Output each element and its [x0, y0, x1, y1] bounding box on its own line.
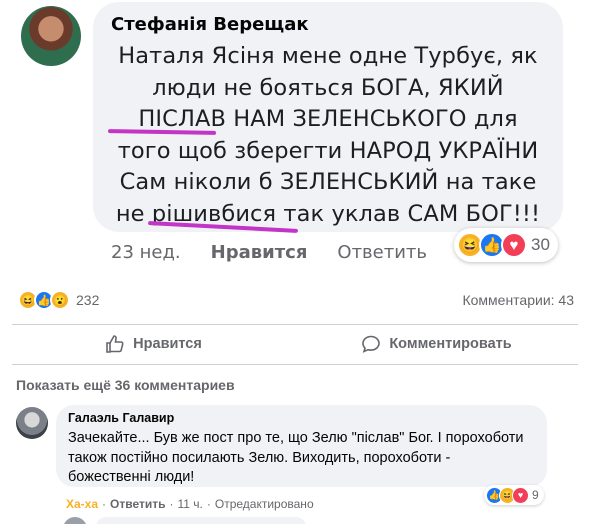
post-reaction-count: 232 [76, 292, 100, 308]
comment-author[interactable]: Стефанія Верещак [111, 14, 545, 35]
comment-line: Сам ніколи б ЗЕЛЕНСЬКИЙ на таке [119, 169, 537, 195]
comment-bubble [96, 517, 306, 524]
commenter-avatar[interactable] [16, 407, 48, 439]
separator-dot: · [169, 497, 174, 511]
comment-reaction-count: 9 [532, 488, 539, 502]
comment-line: того щоб зберегти НАРОД УКРАЇНИ [117, 137, 539, 164]
comment-reply-link[interactable]: Ответить [110, 497, 165, 511]
post-stats: 😆 👍 😮 232 Комментарии: 43 [18, 290, 574, 310]
commenter-avatar[interactable] [21, 6, 81, 66]
comment-meta: Ха-ха · Ответить · 11 ч. · Отредактирова… [66, 497, 314, 511]
like-button[interactable]: Нравится [12, 326, 295, 362]
divider [12, 364, 578, 365]
comment-reactions[interactable]: 👍 😆 ♥ 9 [484, 485, 544, 505]
divider [12, 324, 578, 325]
love-reaction-icon: ♥ [512, 486, 529, 504]
comment-button[interactable]: Комментировать [295, 326, 578, 362]
comment-time[interactable]: 23 нед. [111, 242, 181, 263]
wow-reaction-icon: 😮 [50, 290, 70, 310]
comment-bubble: Стефанія Верещак Наталя Ясіня мене одне … [93, 2, 563, 232]
comment-reactions[interactable]: 😆 👍 ♥ 30 [454, 228, 558, 262]
comment-button-label: Комментировать [389, 336, 512, 352]
comment-meta: 23 нед. Нравится Ответить [111, 242, 427, 263]
comment-author[interactable]: Галаэль Галавир [68, 411, 535, 425]
like-button-label: Нравится [133, 336, 202, 352]
comment-haha-link[interactable]: Ха-ха [66, 497, 98, 511]
comment-line: люди не бояться БОГА, ЯКИЙ [152, 74, 504, 101]
speech-bubble-icon [362, 335, 381, 353]
commenter-avatar[interactable] [63, 517, 87, 524]
show-more-comments-link[interactable]: Показать ещё 36 комментариев [16, 377, 235, 393]
edited-label: Отредактировано [214, 497, 314, 511]
comment-bubble: Галаэль Галавир Зачекайте... Був же пост… [56, 405, 547, 487]
separator-dot: · [206, 497, 211, 511]
comment-like-link[interactable]: Нравится [211, 242, 308, 263]
comment-time[interactable]: 11 ч. [177, 497, 202, 511]
comments-count-link[interactable]: Комментарии: 43 [462, 292, 574, 308]
post-action-bar: Нравится Комментировать [12, 326, 578, 362]
thumbs-up-icon [106, 335, 124, 353]
love-reaction-icon: ♥ [501, 232, 527, 258]
comment-line: Наталя Ясіня мене одне Турбує, як [118, 43, 538, 69]
comment-text: Зачекайте... Був же пост про те, що Зелю… [68, 430, 524, 485]
comment-reply-link[interactable]: Ответить [337, 242, 427, 263]
comment-text: Наталя Ясіня мене одне Турбує, як люди н… [111, 41, 545, 230]
comment-reaction-count: 30 [531, 235, 550, 254]
post-reactions[interactable]: 😆 👍 😮 232 [18, 290, 99, 310]
separator-dot: · [102, 497, 107, 511]
